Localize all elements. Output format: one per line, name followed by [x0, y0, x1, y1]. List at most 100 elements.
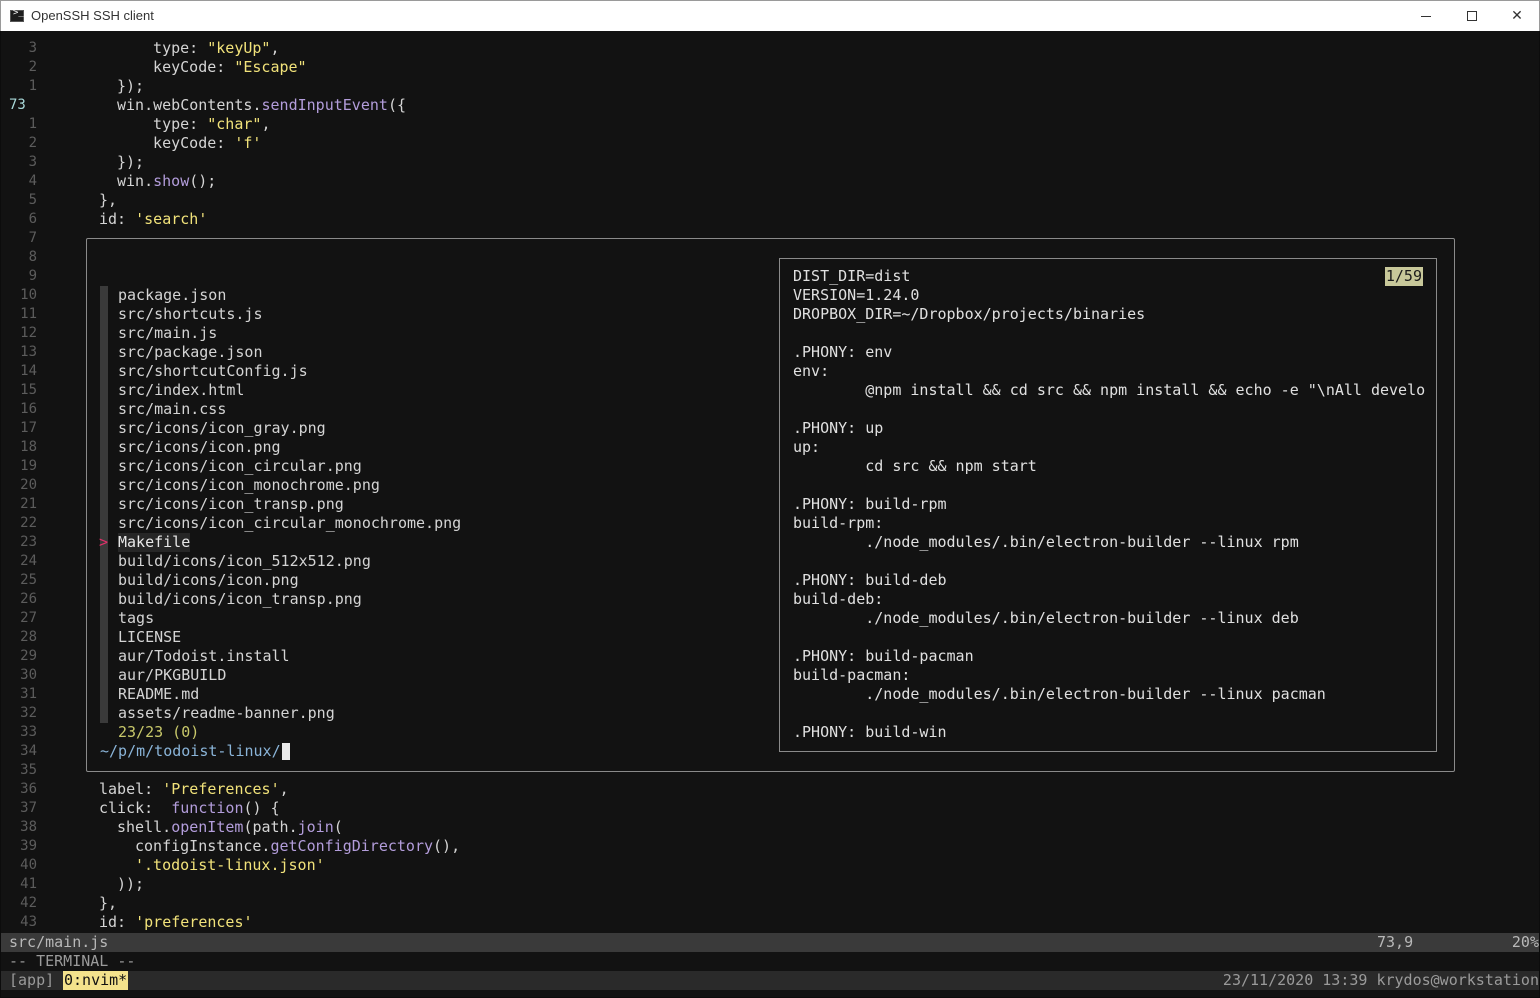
- tmux-status-bar: [app] 0:nvim* 23/11/2020 13:39 krydos@wo…: [1, 971, 1539, 990]
- code-line[interactable]: },: [99, 191, 117, 210]
- code-line[interactable]: keyCode: 'f': [135, 134, 261, 153]
- finder-file-item[interactable]: src/icons/icon_circular.png: [118, 457, 362, 476]
- close-button[interactable]: ✕: [1494, 1, 1540, 31]
- close-icon: ✕: [1511, 8, 1523, 24]
- finder-scrollbar[interactable]: [100, 286, 108, 723]
- finder-file-item[interactable]: build/icons/icon_transp.png: [118, 590, 362, 609]
- line-number: 28: [20, 629, 37, 645]
- text-cursor: [281, 743, 290, 760]
- line-number: 42: [20, 895, 37, 911]
- code-line[interactable]: win.webContents.sendInputEvent({: [117, 96, 406, 115]
- code-line[interactable]: '.todoist-linux.json': [135, 856, 325, 875]
- finder-file-item[interactable]: build/icons/icon.png: [118, 571, 299, 590]
- finder-file-item[interactable]: Makefile: [118, 533, 191, 552]
- code-token: keyCode:: [135, 134, 235, 152]
- finder-file-item[interactable]: package.json: [118, 286, 226, 305]
- finder-file-item[interactable]: src/index.html: [118, 381, 244, 400]
- preview-line: VERSION=1.24.0: [793, 286, 920, 304]
- finder-file-item[interactable]: LICENSE: [118, 628, 181, 647]
- code-line[interactable]: win.show();: [117, 172, 216, 191]
- code-token: ,: [279, 780, 289, 798]
- line-number: 10: [20, 287, 37, 303]
- code-token: label:: [99, 780, 163, 798]
- code-line[interactable]: });: [117, 77, 144, 96]
- preview-line: DROPBOX_DIR=~/Dropbox/projects/binaries: [793, 305, 1146, 323]
- preview-line: .PHONY: build-pacman: [793, 647, 974, 665]
- line-number: 1: [28, 78, 37, 94]
- preview-line: ./node_modules/.bin/electron-builder --l…: [793, 685, 1326, 703]
- line-number: 73: [9, 97, 26, 113]
- function-token: join: [297, 818, 334, 836]
- finder-file-item[interactable]: src/icons/icon_monochrome.png: [118, 476, 380, 495]
- finder-file-item[interactable]: src/main.css: [118, 400, 226, 419]
- line-number: 7: [28, 230, 37, 246]
- code-line[interactable]: type: "keyUp",: [135, 39, 279, 58]
- fuzzy-finder-popup[interactable]: package.json src/shortcuts.js src/main.js s…: [86, 238, 1455, 772]
- code-line[interactable]: label: 'Preferences',: [99, 780, 289, 799]
- line-number: 24: [20, 553, 37, 569]
- code-line[interactable]: click: function() {: [99, 799, 280, 818]
- code-token: (: [333, 818, 343, 836]
- preview-line: ./node_modules/.bin/electron-builder --l…: [793, 609, 1299, 627]
- finder-file-item[interactable]: src/icons/icon_circular_monochrome.png: [118, 514, 461, 533]
- finder-file-item[interactable]: build/icons/icon_512x512.png: [118, 552, 371, 571]
- tmux-window-tab[interactable]: 0:nvim*: [63, 971, 129, 990]
- code-line[interactable]: shell.openItem(path.join(: [117, 818, 343, 837]
- code-token: configInstance.: [135, 837, 271, 855]
- code-line[interactable]: ));: [117, 875, 144, 894]
- maximize-button[interactable]: [1449, 1, 1495, 31]
- tmux-session[interactable]: [app]: [9, 971, 54, 990]
- line-number: 41: [20, 876, 37, 892]
- line-number: 18: [20, 439, 37, 455]
- line-number: 5: [28, 192, 37, 208]
- code-line[interactable]: id: 'search': [99, 210, 207, 229]
- terminal-area[interactable]: 3 type: "keyUp", 2 keyCode: "Escape" 1}); 7…: [1, 31, 1539, 997]
- finder-file-item[interactable]: README.md: [118, 685, 199, 704]
- code-line[interactable]: configInstance.getConfigDirectory(),: [135, 837, 460, 856]
- finder-file-item[interactable]: aur/PKGBUILD: [118, 666, 226, 685]
- code-token: ,: [261, 115, 271, 133]
- line-number: 31: [20, 686, 37, 702]
- code-line[interactable]: id: 'preferences': [99, 913, 253, 932]
- finder-file-item[interactable]: src/main.js: [118, 324, 217, 343]
- preview-line: up:: [793, 438, 821, 456]
- code-token: shell.: [117, 818, 172, 836]
- line-number: 21: [20, 496, 37, 512]
- line-number: 17: [20, 420, 37, 436]
- code-line[interactable]: keyCode: "Escape": [135, 58, 307, 77]
- code-token: (),: [433, 837, 461, 855]
- finder-file-item[interactable]: tags: [118, 609, 154, 628]
- line-number: 4: [28, 173, 37, 189]
- line-number: 3: [28, 154, 37, 170]
- finder-file-item[interactable]: src/icons/icon.png: [118, 438, 281, 457]
- line-number: 13: [20, 344, 37, 360]
- preview-line: build-pacman:: [793, 666, 911, 684]
- finder-file-item[interactable]: aur/Todoist.install: [118, 647, 290, 666]
- line-number: 38: [20, 819, 37, 835]
- line-number: 29: [20, 648, 37, 664]
- finder-query[interactable]: ~/p/m/todoist-linux/: [100, 742, 281, 760]
- keyword-token: function: [171, 799, 244, 817]
- finder-file-item[interactable]: src/icons/icon_transp.png: [118, 495, 344, 514]
- string-token: 'preferences': [135, 913, 253, 931]
- line-number: 20: [20, 477, 37, 493]
- line-number: 15: [20, 382, 37, 398]
- line-number: 34: [20, 743, 37, 759]
- line-number: 8: [28, 249, 37, 265]
- finder-file-item[interactable]: src/package.json: [118, 343, 263, 362]
- finder-prompt[interactable]: ~/p/m/todoist-linux/: [100, 742, 290, 761]
- code-line[interactable]: });: [117, 153, 144, 172]
- line-number: 1: [28, 116, 37, 132]
- code-line[interactable]: type: "char",: [135, 115, 270, 134]
- finder-match-count: 23/23 (0): [118, 723, 200, 741]
- string-token: 'f': [234, 134, 262, 152]
- function-token: openItem: [171, 818, 244, 836]
- finder-file-item[interactable]: src/shortcuts.js: [118, 305, 263, 324]
- finder-file-item[interactable]: src/icons/icon_gray.png: [118, 419, 326, 438]
- finder-file-item[interactable]: src/shortcutConfig.js: [118, 362, 308, 381]
- line-number: 25: [20, 572, 37, 588]
- code-line[interactable]: },: [99, 894, 117, 913]
- preview-line: build-deb:: [793, 590, 884, 608]
- minimize-button[interactable]: [1403, 1, 1449, 31]
- finder-file-item[interactable]: assets/readme-banner.png: [118, 704, 335, 723]
